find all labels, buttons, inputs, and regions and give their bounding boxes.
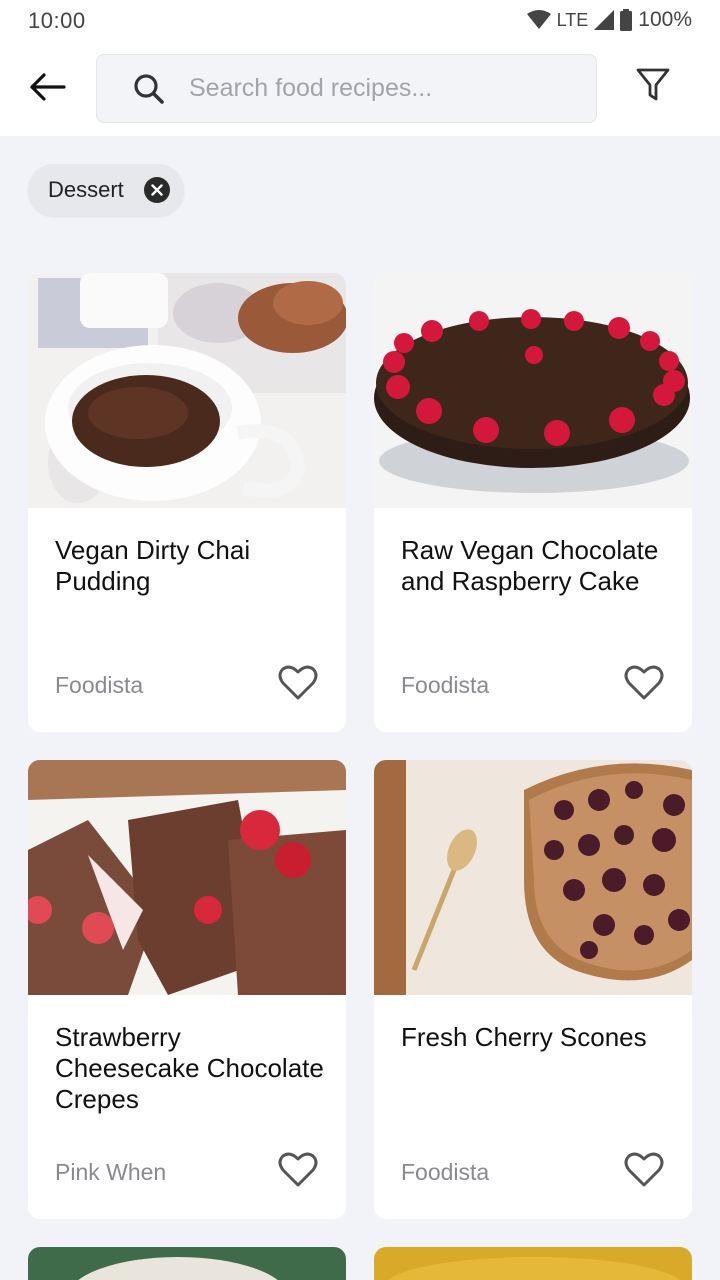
- filter-button[interactable]: [628, 62, 678, 112]
- heart-icon[interactable]: [278, 665, 318, 701]
- recipe-source: Foodista: [401, 672, 490, 698]
- recipe-card[interactable]: Vegan Dirty Chai Pudding Foodista: [28, 273, 346, 732]
- search-bar[interactable]: [96, 54, 597, 123]
- recipe-card[interactable]: Strawberry Cheesecake Chocolate Crepes P…: [28, 760, 346, 1219]
- recipe-image: [28, 760, 346, 995]
- status-indicators: LTE 100%: [526, 8, 692, 32]
- recipe-image: [374, 1247, 692, 1280]
- status-bar: 10:00 LTE 100%: [0, 0, 720, 40]
- battery-level: 100%: [638, 8, 692, 31]
- battery-icon: [620, 9, 633, 31]
- recipe-title: Fresh Cherry Scones: [401, 1022, 647, 1052]
- app-bar: [0, 40, 720, 136]
- heart-icon[interactable]: [278, 1152, 318, 1188]
- wifi-icon: [526, 10, 551, 30]
- network-type: LTE: [556, 9, 589, 30]
- heart-icon[interactable]: [624, 665, 664, 701]
- status-time: 10:00: [28, 8, 86, 33]
- recipe-source: Foodista: [401, 1159, 490, 1185]
- recipe-image: [374, 760, 692, 995]
- recipe-card-partial[interactable]: [28, 1247, 346, 1280]
- recipe-image: [374, 273, 692, 508]
- arrow-left-icon: [28, 72, 66, 107]
- back-button[interactable]: [22, 64, 72, 114]
- recipe-card[interactable]: Raw Vegan Chocolate and Raspberry Cake F…: [374, 273, 692, 732]
- recipe-card-partial[interactable]: [374, 1247, 692, 1280]
- filter-chip-dessert[interactable]: Dessert: [28, 164, 184, 216]
- recipe-title: Strawberry Cheesecake Chocolate Crepes: [55, 1022, 324, 1114]
- recipe-source: Foodista: [55, 672, 144, 698]
- recipe-title: Raw Vegan Chocolate and Raspberry Cake: [401, 535, 659, 596]
- close-icon[interactable]: [144, 177, 170, 203]
- recipe-image: [28, 273, 346, 508]
- search-icon: [133, 72, 167, 106]
- chip-label: Dessert: [48, 177, 124, 202]
- recipe-card[interactable]: Fresh Cherry Scones Foodista: [374, 760, 692, 1219]
- funnel-filter-icon: [636, 67, 670, 108]
- recipe-source: Pink When: [55, 1159, 167, 1185]
- recipe-image: [28, 1247, 346, 1280]
- search-input[interactable]: [189, 74, 549, 103]
- heart-icon[interactable]: [624, 1152, 664, 1188]
- signal-icon: [594, 10, 615, 30]
- recipe-title: Vegan Dirty Chai Pudding: [55, 535, 251, 596]
